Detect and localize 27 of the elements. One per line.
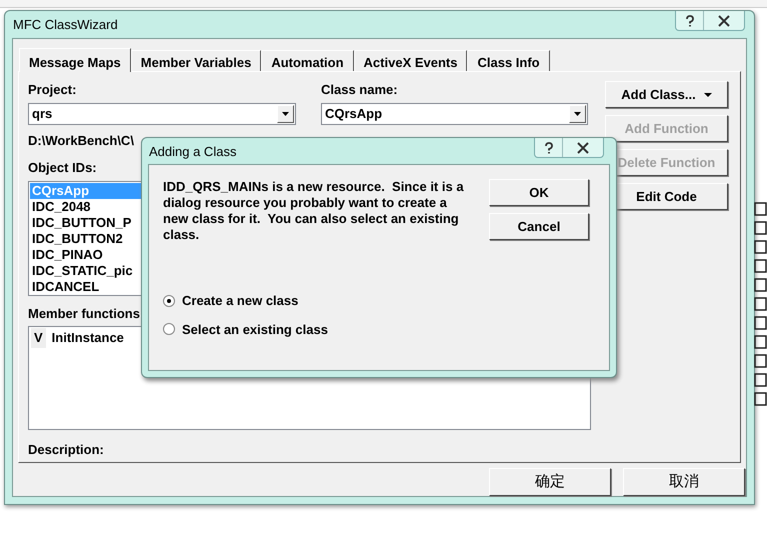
radio-button[interactable] xyxy=(163,294,175,307)
radio-button[interactable] xyxy=(163,323,175,336)
dialog-button[interactable]: 确定 xyxy=(489,468,611,496)
class-name-combo[interactable]: CQrsApp xyxy=(321,102,588,124)
dialog-title: Adding a Class xyxy=(148,143,238,161)
member-functions-label: Member functions xyxy=(28,304,140,322)
dropdown-arrow-icon xyxy=(704,92,712,96)
project-combo[interactable]: qrs xyxy=(28,102,296,124)
tab[interactable]: Class Info xyxy=(467,50,550,71)
function-name[interactable]: InitInstance xyxy=(52,328,124,348)
project-label: Project: xyxy=(28,81,78,99)
project-path: D:\WorkBench\C\ xyxy=(28,132,134,150)
tab[interactable]: Member Variables xyxy=(130,50,262,71)
dialog-button[interactable]: 取消 xyxy=(623,468,745,496)
tab[interactable]: Message Maps xyxy=(19,48,131,72)
description-label: Description: xyxy=(28,441,104,459)
tab[interactable]: ActiveX Events xyxy=(354,50,468,71)
radio-label[interactable]: Create a new class xyxy=(182,291,298,310)
class-name-label: Class name: xyxy=(321,81,399,99)
radio-label[interactable]: Select an existing class xyxy=(182,320,328,339)
dialog-button[interactable]: Cancel xyxy=(489,213,589,240)
object-ids-label: Object IDs: xyxy=(28,159,97,177)
virtual-marker: V xyxy=(31,328,46,348)
tab[interactable]: Automation xyxy=(261,50,354,71)
dialog-button[interactable]: OK xyxy=(489,179,589,206)
side-button[interactable]: Add Class... xyxy=(605,81,728,108)
window-title: MFC ClassWizard xyxy=(13,16,119,34)
